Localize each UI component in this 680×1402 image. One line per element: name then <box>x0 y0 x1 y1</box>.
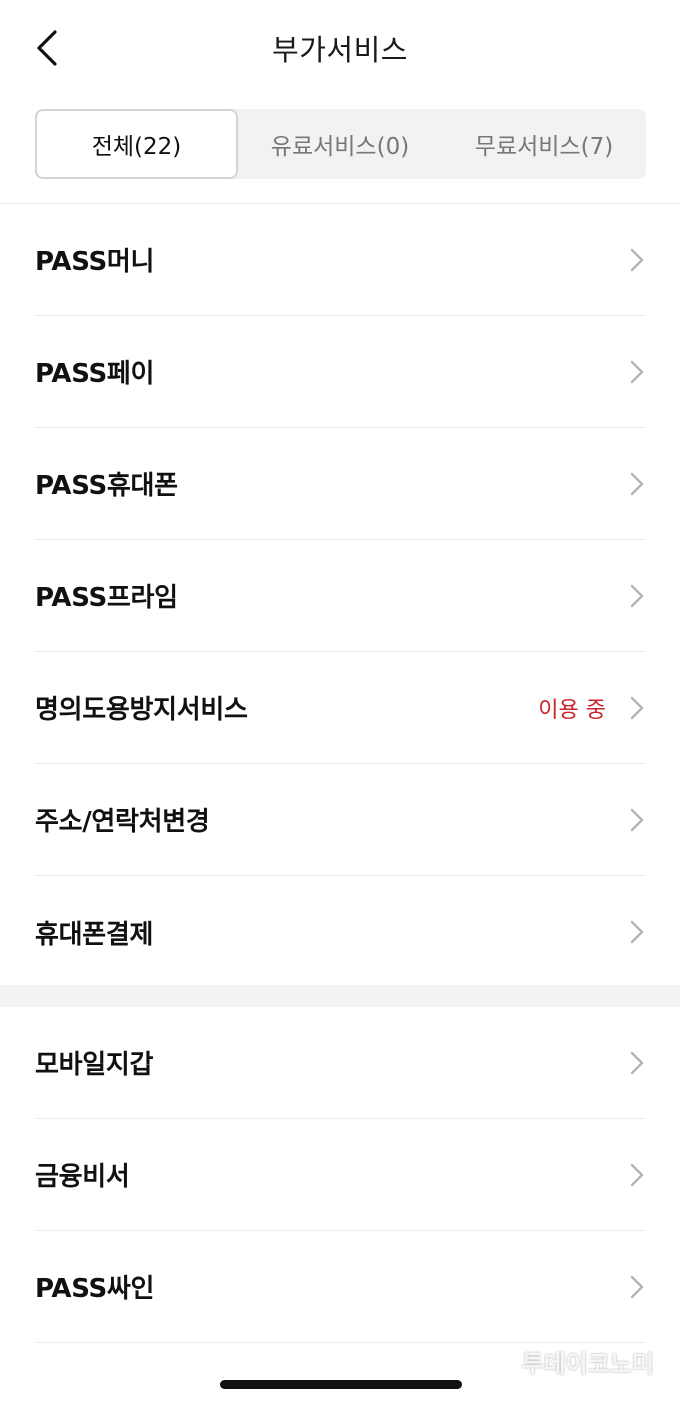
list-item-pass-sign[interactable]: PASS싸인 <box>35 1231 646 1343</box>
list-item-identity-theft-protection[interactable]: 명의도용방지서비스 이용 중 <box>35 652 646 764</box>
list-item-pass-phone[interactable]: PASS휴대폰 <box>35 428 646 540</box>
tab-all[interactable]: 전체(22) <box>35 109 238 179</box>
list-item-label: PASS싸인 <box>35 1274 155 1304</box>
chevron-right-icon <box>628 470 646 498</box>
list-item-label: 금융비서 <box>35 1162 130 1192</box>
home-indicator[interactable] <box>220 1380 462 1389</box>
section-divider <box>0 985 680 1007</box>
tab-free[interactable]: 무료서비스(7) <box>442 109 646 179</box>
list-item-pass-money[interactable]: PASS머니 <box>35 204 646 316</box>
service-list-main: PASS머니 PASS페이 PASS휴대폰 PASS프라임 명의도용방지서비스 <box>0 203 680 988</box>
header: 부가서비스 <box>0 0 680 96</box>
watermark: 투데이코노미 <box>521 1350 654 1378</box>
page-title: 부가서비스 <box>272 33 408 67</box>
list-item-label: PASS페이 <box>35 359 155 389</box>
list-item-label: 휴대폰결제 <box>35 919 154 950</box>
chevron-right-icon <box>628 358 646 386</box>
list-item-label: 주소/연락처변경 <box>35 807 210 837</box>
list-item-label: PASS프라임 <box>35 583 178 613</box>
chevron-right-icon <box>628 1161 646 1189</box>
list-item-pass-prime[interactable]: PASS프라임 <box>35 540 646 652</box>
chevron-right-icon <box>628 918 646 946</box>
chevron-right-icon <box>628 582 646 610</box>
chevron-right-icon <box>628 694 646 722</box>
chevron-right-icon <box>628 246 646 274</box>
list-item-phone-payment[interactable]: 휴대폰결제 <box>35 876 646 988</box>
chevron-right-icon <box>628 1049 646 1077</box>
list-item-label: PASS머니 <box>35 247 155 277</box>
status-badge: 이용 중 <box>538 697 606 723</box>
list-item-label: 명의도용방지서비스 <box>35 695 248 725</box>
screen: 부가서비스 전체(22) 유료서비스(0) 무료서비스(7) PASS머니 PA… <box>0 0 680 1402</box>
list-item-finance-assistant[interactable]: 금융비서 <box>35 1119 646 1231</box>
tab-paid[interactable]: 유료서비스(0) <box>238 109 442 179</box>
list-item-pass-pay[interactable]: PASS페이 <box>35 316 646 428</box>
service-list-secondary: 모바일지갑 금융비서 PASS싸인 <box>0 1007 680 1343</box>
list-item-label: PASS휴대폰 <box>35 471 178 501</box>
list-item-label: 모바일지갑 <box>35 1050 154 1080</box>
list-item-address-contact-change[interactable]: 주소/연락처변경 <box>35 764 646 876</box>
service-filter-tabs: 전체(22) 유료서비스(0) 무료서비스(7) <box>35 109 646 179</box>
chevron-right-icon <box>628 1273 646 1301</box>
list-item-mobile-wallet[interactable]: 모바일지갑 <box>35 1007 646 1119</box>
chevron-right-icon <box>628 806 646 834</box>
